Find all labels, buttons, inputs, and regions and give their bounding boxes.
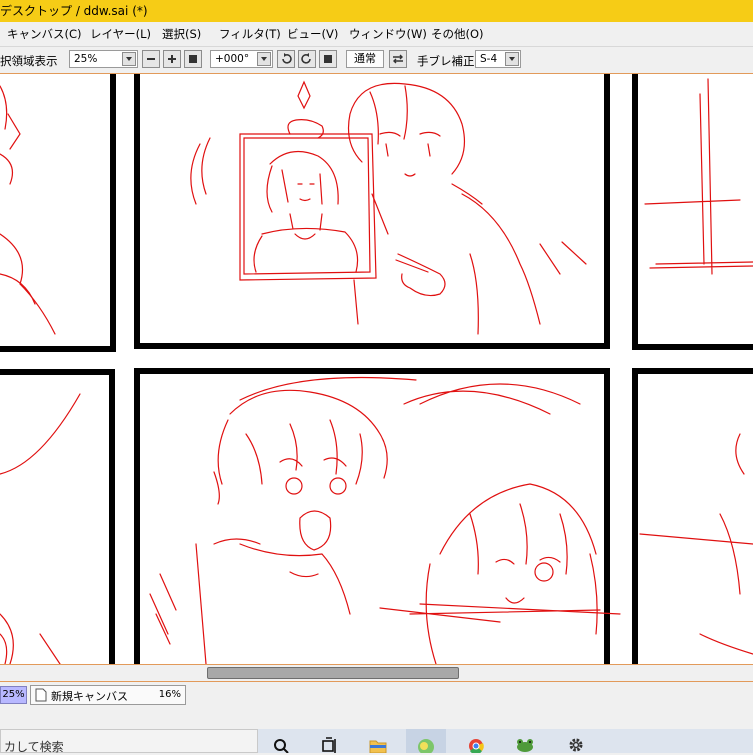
drawing-canvas[interactable] bbox=[0, 74, 753, 664]
rotation-value: +000° bbox=[215, 53, 250, 65]
document-zoom: 16% bbox=[158, 689, 181, 700]
menu-canvas[interactable]: キャンバス(C) bbox=[7, 26, 82, 42]
task-view-button[interactable] bbox=[310, 729, 350, 753]
file-explorer-button[interactable] bbox=[358, 729, 398, 753]
document-tab-bar: 25% 新規キャンバス 16% bbox=[0, 683, 753, 709]
scrollbar-thumb[interactable] bbox=[207, 667, 459, 679]
document-name: 新規キャンバス bbox=[51, 690, 128, 703]
blend-mode-button[interactable]: 通常 bbox=[346, 50, 384, 68]
menu-select[interactable]: 選択(S) bbox=[162, 26, 201, 42]
blend-mode-label: 通常 bbox=[354, 52, 376, 65]
zoom-out-button[interactable] bbox=[142, 50, 160, 68]
horizontal-scrollbar[interactable] bbox=[0, 664, 753, 682]
title-bar: デスクトップ / ddw.sai (*) bbox=[0, 0, 753, 22]
chevron-down-icon[interactable] bbox=[257, 52, 271, 66]
manga-sketch-artwork bbox=[0, 74, 753, 664]
taskbar-search-box[interactable]: カして検索 bbox=[0, 729, 258, 754]
rotate-right-button[interactable] bbox=[298, 50, 316, 68]
square-icon bbox=[324, 55, 332, 63]
search-button[interactable] bbox=[262, 729, 302, 753]
minus-icon bbox=[147, 58, 155, 60]
zoom-reset-button[interactable] bbox=[184, 50, 202, 68]
stabilizer-label: 手ブレ補正 bbox=[417, 54, 475, 68]
stabilizer-select[interactable]: S-4 bbox=[475, 50, 521, 68]
status-strip bbox=[0, 709, 753, 729]
search-placeholder: カして検索 bbox=[4, 740, 64, 754]
rotation-reset-button[interactable] bbox=[319, 50, 337, 68]
chevron-down-icon[interactable] bbox=[122, 52, 136, 66]
rotation-select[interactable]: +000° bbox=[210, 50, 273, 68]
frog-app-button[interactable] bbox=[504, 729, 544, 753]
selection-display-label: 択領域表示 bbox=[0, 54, 58, 68]
rotate-left-button[interactable] bbox=[277, 50, 295, 68]
zoom-value: 25% bbox=[74, 53, 98, 65]
search-icon bbox=[274, 739, 289, 753]
rotate-right-icon bbox=[301, 53, 311, 64]
document-tab[interactable]: 新規キャンバス 16% bbox=[30, 685, 186, 705]
zoom-indicator: 25% bbox=[0, 686, 27, 704]
menu-other[interactable]: その他(O) bbox=[431, 26, 484, 42]
menu-window[interactable]: ウィンドウ(W) bbox=[349, 26, 427, 42]
document-icon bbox=[35, 688, 47, 702]
frog-app-icon bbox=[517, 739, 533, 752]
menu-layer[interactable]: レイヤー(L) bbox=[90, 26, 151, 42]
menu-view[interactable]: ビュー(V) bbox=[287, 26, 338, 42]
zoom-select[interactable]: 25% bbox=[69, 50, 138, 68]
chrome-button[interactable] bbox=[456, 729, 496, 753]
settings-button[interactable] bbox=[556, 729, 596, 753]
navigator-toolbar: 択領域表示 25% +000° 通常 手ブレ補正 S-4 bbox=[0, 47, 753, 74]
zoom-in-button[interactable] bbox=[163, 50, 181, 68]
photo-app-icon bbox=[418, 739, 434, 753]
file-explorer-icon bbox=[369, 740, 387, 753]
task-view-icon bbox=[322, 737, 336, 753]
flip-button[interactable] bbox=[389, 50, 407, 68]
photo-app-button[interactable] bbox=[406, 729, 446, 753]
menu-filter[interactable]: フィルタ(T) bbox=[219, 26, 281, 42]
chrome-icon bbox=[469, 739, 484, 753]
flip-arrows-icon bbox=[393, 54, 403, 64]
stabilizer-value: S-4 bbox=[480, 53, 498, 65]
chevron-down-icon[interactable] bbox=[505, 52, 519, 66]
settings-icon bbox=[569, 738, 583, 752]
window-title: デスクトップ / ddw.sai (*) bbox=[0, 4, 148, 18]
menu-bar: キャンバス(C) レイヤー(L) 選択(S) フィルタ(T) ビュー(V) ウィ… bbox=[0, 22, 753, 47]
plus-icon bbox=[168, 55, 176, 63]
square-icon bbox=[189, 55, 197, 63]
windows-taskbar: カして検索 bbox=[0, 729, 753, 754]
rotate-left-icon bbox=[282, 53, 292, 64]
